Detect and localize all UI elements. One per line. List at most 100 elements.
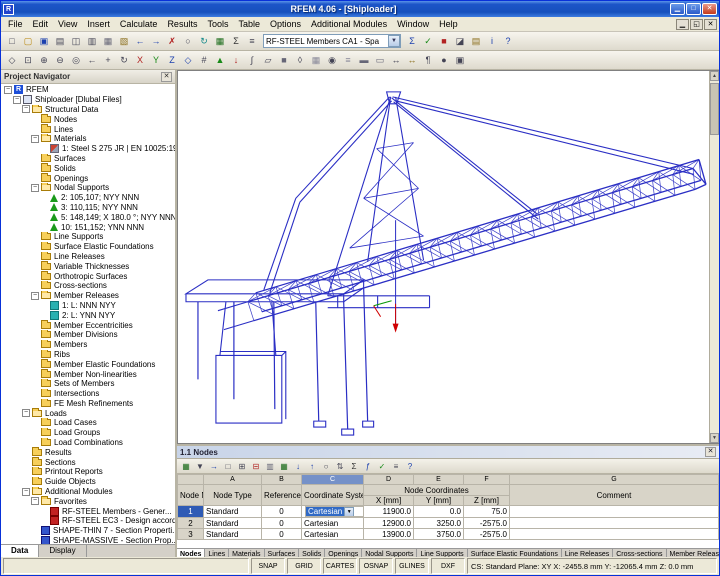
menu-table[interactable]: Table	[233, 18, 265, 30]
menu-help[interactable]: Help	[434, 18, 463, 30]
menu-insert[interactable]: Insert	[82, 18, 115, 30]
tree-item-orthotropic-surfaces[interactable]: Orthotropic Surfaces	[2, 271, 175, 281]
mdi-restore-button[interactable]: ◱	[690, 19, 703, 30]
scrollbar-thumb[interactable]	[710, 83, 719, 135]
menu-tools[interactable]: Tools	[202, 18, 233, 30]
tree-item-nodes[interactable]: Nodes	[2, 114, 175, 124]
tree-item-member-eccentricities[interactable]: Member Eccentricities	[2, 320, 175, 330]
tree-item-10-151-152-ynn-nnn[interactable]: 10: 151,152; YNN NNN	[2, 222, 175, 232]
tree-item-line-releases[interactable]: Line Releases	[2, 252, 175, 262]
tree-expander-icon[interactable]: −	[22, 409, 30, 417]
tree-item-surface-elastic-foundations[interactable]: Surface Elastic Foundations	[2, 242, 175, 252]
new-row-icon[interactable]: □	[221, 460, 235, 473]
combobox-arrow-icon[interactable]: ▼	[344, 507, 354, 517]
tree-item-1-steel-s-275-jr-en-10025-19[interactable]: 1: Steel S 275 JR | EN 10025:19...	[2, 144, 175, 154]
cell-coordinate-system[interactable]: Cartesian	[302, 518, 364, 529]
tree-item-cross-sections[interactable]: Cross-sections	[2, 281, 175, 291]
copy-icon[interactable]: ▦	[100, 34, 116, 49]
delete-row-icon[interactable]: ⊟	[249, 460, 263, 473]
tree-item-shiploader-dlubal-files[interactable]: −Shiploader [Dlubal Files]	[2, 95, 175, 105]
tree-item-solids[interactable]: Solids	[2, 163, 175, 173]
report-icon[interactable]: ▤	[468, 34, 484, 49]
work-plane-icon[interactable]: ◊	[292, 53, 308, 68]
grid-icon[interactable]: ▦	[308, 53, 324, 68]
comment-icon[interactable]: ¶	[420, 53, 436, 68]
page-setup-icon[interactable]: ▥	[84, 34, 100, 49]
cell-x[interactable]: 12900.0	[364, 518, 414, 529]
menu-edit[interactable]: Edit	[28, 18, 54, 30]
paste-icon[interactable]: ▧	[116, 34, 132, 49]
save-icon[interactable]: ▣	[36, 34, 52, 49]
tree-item-5-148-149-x-180-0-nyy-nnn[interactable]: 5: 148,149; X 180.0 °; NYY NNN	[2, 212, 175, 222]
excel-icon[interactable]: ▦	[277, 460, 291, 473]
show-numbering-icon[interactable]: #	[196, 53, 212, 68]
cell-comment[interactable]	[510, 518, 719, 529]
import-icon[interactable]: ↓	[291, 460, 305, 473]
cell-y[interactable]: 3750.0	[414, 529, 464, 540]
cell-x[interactable]: 11900.0	[364, 506, 414, 518]
find-icon[interactable]: ○	[319, 460, 333, 473]
background-icon[interactable]: ▬	[356, 53, 372, 68]
zoom-window-icon[interactable]: ⊡	[20, 53, 36, 68]
status-toggle-snap[interactable]: SNAP	[251, 558, 285, 574]
show-results-icon[interactable]: ∫	[244, 53, 260, 68]
help-icon[interactable]: ?	[500, 34, 516, 49]
new-icon[interactable]: □	[4, 34, 20, 49]
navigator-close-icon[interactable]: ✕	[161, 72, 172, 82]
tree-item-member-elastic-foundations[interactable]: Member Elastic Foundations	[2, 359, 175, 369]
view-x-icon[interactable]: X	[132, 53, 148, 68]
show-supports-icon[interactable]: ▲	[212, 53, 228, 68]
model-viewport[interactable]: ▲ ▼	[177, 70, 719, 444]
tree-item-members[interactable]: Members	[2, 340, 175, 350]
isometric-view-icon[interactable]: ◇	[180, 53, 196, 68]
print-icon[interactable]: ▤	[52, 34, 68, 49]
menu-additional-modules[interactable]: Additional Modules	[306, 18, 392, 30]
tree-item-member-non-linearities[interactable]: Member Non-linearities	[2, 369, 175, 379]
tree-item-structural-data[interactable]: −Structural Data	[2, 105, 175, 115]
tree-item-sets-of-members[interactable]: Sets of Members	[2, 379, 175, 389]
tree-expander-icon[interactable]: −	[22, 488, 30, 496]
info-icon[interactable]: i	[484, 34, 500, 49]
tree-expander-icon[interactable]: −	[31, 497, 39, 505]
column-letter-D[interactable]: D	[364, 475, 414, 485]
tree-item-fe-mesh-refinements[interactable]: FE Mesh Refinements	[2, 399, 175, 409]
steel-module-icon[interactable]: ■	[436, 34, 452, 49]
minimize-button[interactable]: ▁	[670, 3, 685, 15]
graph-icon[interactable]: ◪	[452, 34, 468, 49]
tree-item-2-l-ynn-nyy[interactable]: 2: L: YNN NYY	[2, 310, 175, 320]
column-letter-G[interactable]: G	[510, 475, 719, 485]
tree-item-shape-thin-7-section-properti[interactable]: SHAPE-THIN 7 - Section Properti...	[2, 526, 175, 536]
tree-item-2-105-107-nyy-nnn[interactable]: 2: 105,107; NYY NNN	[2, 193, 175, 203]
select-icon[interactable]: ◇	[4, 53, 20, 68]
print-preview-icon[interactable]: ◫	[68, 34, 84, 49]
view-y-icon[interactable]: Y	[148, 53, 164, 68]
mdi-minimize-button[interactable]: ▁	[676, 19, 689, 30]
insert-row-icon[interactable]: ⊞	[235, 460, 249, 473]
pan-icon[interactable]: +	[100, 53, 116, 68]
corner-cell[interactable]	[178, 475, 204, 485]
move-icon[interactable]: ↔	[388, 53, 404, 68]
tree-expander-icon[interactable]: −	[13, 96, 21, 104]
check-icon[interactable]: ✓	[375, 460, 389, 473]
menu-options[interactable]: Options	[265, 18, 306, 30]
tree-item-guide-objects[interactable]: Guide Objects	[2, 477, 175, 487]
cell-y[interactable]: 0.0	[414, 506, 464, 518]
sum-icon[interactable]: Σ	[347, 460, 361, 473]
view-mode-icon[interactable]: ▦	[179, 460, 193, 473]
tree-item-1-l-nnn-nyy[interactable]: 1: L: NNN NYY	[2, 301, 175, 311]
tree-item-openings[interactable]: Openings	[2, 173, 175, 183]
tree-item-load-combinations[interactable]: Load Combinations	[2, 438, 175, 448]
tree-item-nodal-supports[interactable]: −Nodal Supports	[2, 183, 175, 193]
tree-item-materials[interactable]: −Materials	[2, 134, 175, 144]
tree-item-favorites[interactable]: −Favorites	[2, 496, 175, 506]
sort-icon[interactable]: ⇅	[333, 460, 347, 473]
zoom-out-icon[interactable]: ⊖	[52, 53, 68, 68]
refresh-icon[interactable]: ↻	[196, 34, 212, 49]
copy-row-icon[interactable]: ▥	[263, 460, 277, 473]
cell-x[interactable]: 13900.0	[364, 529, 414, 540]
snap-icon[interactable]: ◉	[324, 53, 340, 68]
tree-expander-icon[interactable]: −	[31, 184, 39, 192]
check-icon[interactable]: ✓	[420, 34, 436, 49]
menu-file[interactable]: File	[3, 18, 28, 30]
camera-icon[interactable]: ●	[436, 53, 452, 68]
